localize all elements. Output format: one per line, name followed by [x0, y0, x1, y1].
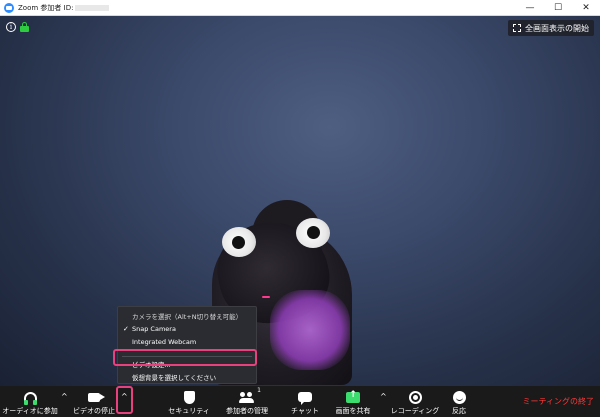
meeting-toolbar: オーディオに参加 ^ ビデオの停止 ^ セキュリティ 1 参加者の管理 チャット… — [0, 386, 600, 417]
puppet-eye-right — [296, 218, 330, 248]
maximize-button[interactable]: ☐ — [544, 0, 572, 16]
join-audio-button[interactable]: オーディオに参加 — [2, 386, 58, 417]
chat-button[interactable]: チャット — [290, 386, 320, 417]
share-screen-label: 画面を共有 — [335, 407, 371, 415]
puppet-eye-left — [222, 227, 256, 257]
menu-header: カメラを選択（Alt+N切り替え可能） — [132, 313, 243, 321]
shield-icon — [183, 390, 195, 404]
video-settings-highlight-box — [113, 349, 257, 366]
audio-options-caret[interactable]: ^ — [61, 392, 68, 401]
chat-bubble-icon — [298, 392, 312, 405]
video-camera-icon — [88, 392, 105, 402]
participants-icon — [239, 391, 255, 403]
checkmark-icon: ✓ — [123, 325, 129, 333]
security-button[interactable]: セキュリティ — [166, 386, 212, 417]
close-button[interactable]: ✕ — [572, 0, 600, 16]
window-title: Zoom 参加者 ID: — [18, 3, 74, 12]
fullscreen-icon — [513, 24, 521, 32]
participant-count-badge: 1 — [257, 387, 261, 394]
record-icon — [408, 390, 422, 404]
join-audio-label: オーディオに参加 — [2, 407, 58, 415]
fullscreen-button[interactable]: 全画面表示の開始 — [508, 20, 594, 36]
chat-label: チャット — [291, 407, 319, 415]
participants-button[interactable]: 1 参加者の管理 — [220, 386, 274, 417]
info-icon[interactable]: i — [6, 22, 16, 32]
window-controls: — ☐ ✕ — [516, 0, 600, 16]
puppet-purple-pattern — [270, 290, 350, 370]
smiley-icon — [452, 390, 466, 404]
menu-item-integrated-webcam[interactable]: Integrated Webcam — [132, 338, 196, 346]
participants-label: 参加者の管理 — [226, 407, 268, 415]
security-label: セキュリティ — [168, 407, 210, 415]
headphone-icon — [23, 392, 37, 405]
video-caret-highlight-box — [116, 386, 133, 414]
lock-icon[interactable] — [20, 22, 29, 32]
record-button[interactable]: レコーディング — [390, 386, 440, 417]
puppet-pink-stitch — [262, 296, 270, 298]
minimize-button[interactable]: — — [516, 0, 544, 16]
camera-select-menu: カメラを選択（Alt+N切り替え可能） ✓ Snap Camera Integr… — [117, 306, 257, 384]
share-options-caret[interactable]: ^ — [380, 392, 387, 401]
share-screen-button[interactable]: 画面を共有 — [330, 386, 376, 417]
fullscreen-label: 全画面表示の開始 — [525, 23, 589, 33]
reactions-button[interactable]: 反応 — [448, 386, 470, 417]
redacted-meeting-id — [75, 4, 110, 11]
record-label: レコーディング — [390, 407, 440, 415]
share-screen-icon — [346, 390, 360, 403]
menu-item-snap-camera[interactable]: Snap Camera — [132, 325, 176, 333]
window-titlebar: Zoom 参加者 ID: — ☐ ✕ — [0, 0, 600, 16]
reactions-label: 反応 — [452, 407, 466, 415]
stop-video-button[interactable]: ビデオの停止 — [70, 386, 118, 417]
meeting-status-icons: i — [6, 22, 29, 32]
menu-item-choose-background[interactable]: 仮想背景を選択してください — [132, 372, 216, 382]
end-meeting-button[interactable]: ミーティングの終了 — [522, 396, 594, 407]
stop-video-label: ビデオの停止 — [73, 407, 115, 415]
zoom-logo-icon — [4, 2, 14, 13]
